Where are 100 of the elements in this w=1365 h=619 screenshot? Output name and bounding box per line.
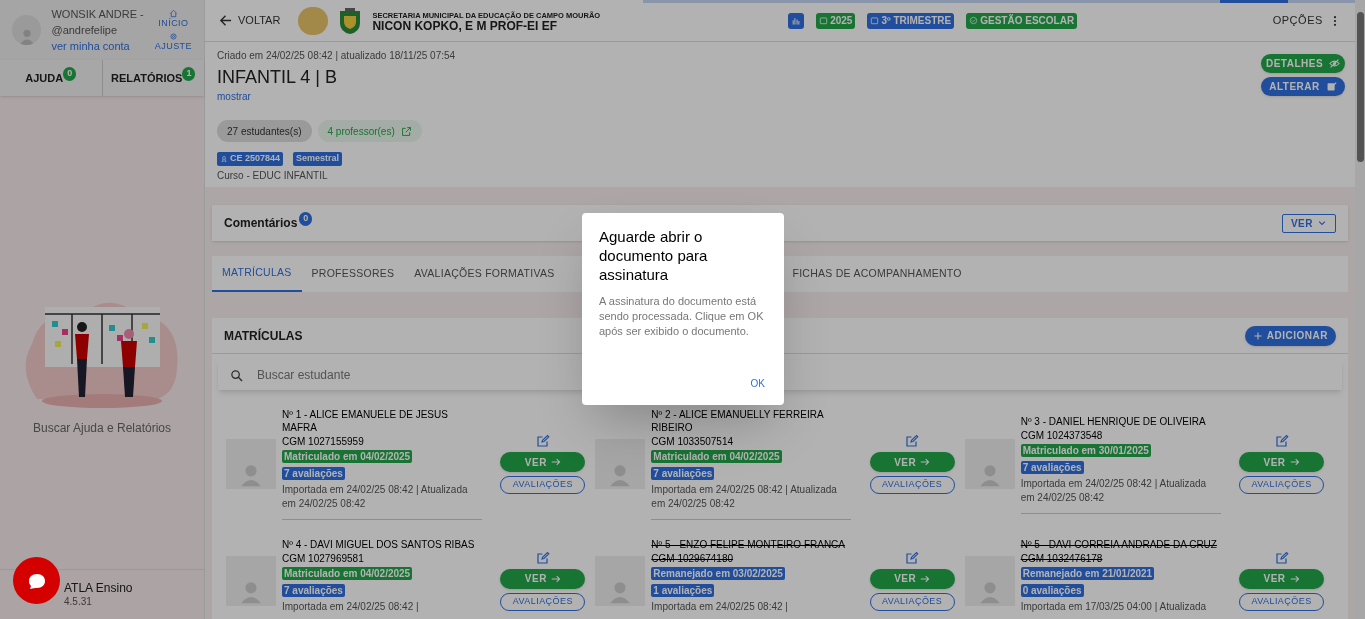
person-icon: [220, 155, 228, 163]
evaluations-tag: 0 avaliações: [1020, 584, 1084, 597]
nav-link[interactable]: AJUSTE: [154, 32, 192, 51]
import-info: Importada em 24/02/25 08:42 | Atualizada em 24/02/25 08:42: [651, 483, 838, 511]
edit-icon: [1274, 434, 1289, 448]
student-cgm: CGM 1024373548: [1020, 428, 1104, 442]
edit-button[interactable]: [535, 434, 550, 448]
info-chip: 3º TRIMESTRE: [867, 12, 955, 29]
import-info: Importada em 24/02/25 08:42 |: [651, 600, 789, 614]
avatar-placeholder: [595, 555, 646, 606]
nav-link[interactable]: INÍCIO: [154, 9, 192, 28]
sidebar-tab[interactable]: AJUDA 0: [0, 60, 102, 96]
arrow-right-icon: [1289, 573, 1300, 584]
scrollbar[interactable]: [1355, 0, 1365, 619]
search-icon: [230, 368, 243, 382]
class-title: INFANTIL 4 | B: [217, 66, 338, 89]
edit-icon: [905, 550, 920, 565]
view-button[interactable]: VER: [869, 568, 955, 589]
status-tag: Matriculado em 04/02/2025: [282, 567, 413, 580]
chart-button[interactable]: [788, 12, 805, 29]
edit-button[interactable]: ALTERAR: [1261, 77, 1345, 96]
import-info: Importada em 24/02/25 08:42 |: [282, 600, 420, 614]
back-button[interactable]: VOLTAR: [219, 12, 281, 29]
avatar: [12, 15, 42, 45]
teachers-link[interactable]: 4 professor(es): [317, 120, 422, 142]
external-link-icon: [400, 125, 412, 137]
edit-button[interactable]: [1274, 550, 1289, 565]
count-badge: 0: [299, 212, 313, 226]
crest-logo: [338, 6, 363, 35]
view-comments-button[interactable]: VER: [1281, 213, 1336, 233]
edit-button[interactable]: [1274, 434, 1289, 448]
student-name: Nº 5 - DAVI CORREIA ANDRADE DA CRUZ: [1020, 538, 1218, 551]
help-caption: Buscar Ajuda e Relatórios: [32, 419, 172, 437]
back-arrow-icon: [219, 14, 232, 27]
import-info: Importada em 17/03/25 04:00 | Atualizada: [1020, 600, 1208, 614]
edit-button[interactable]: [535, 550, 550, 565]
evaluations-tag: 7 avaliações: [282, 584, 345, 597]
account-link[interactable]: ver minha conta: [51, 38, 145, 54]
check-circle-icon: [969, 16, 979, 25]
gear-icon: [168, 32, 178, 41]
edit-icon: [535, 434, 550, 448]
import-info: Importada em 24/02/25 08:42 | Atualizada em 24/02/25 08:42: [282, 483, 469, 511]
edit-icon: [905, 434, 920, 448]
school-name: NICON KOPKO, E M PROF-EI EF: [372, 20, 559, 32]
count-badge: 1: [182, 67, 196, 81]
student-name: Nº 5 - ENZO FELIPE MONTEIRO FRANCA: [651, 538, 846, 551]
status-tag: Remanejado em 03/02/2025: [651, 567, 785, 580]
edit-icon: [1274, 550, 1289, 565]
arrow-right-icon: [550, 457, 561, 467]
count-badge: 0: [63, 67, 77, 81]
edit-button[interactable]: [905, 550, 920, 565]
student-name: Nº 1 - ALICE EMANUELE DE JESUS MAFRA: [282, 408, 449, 434]
view-button[interactable]: VER: [1239, 452, 1324, 472]
edit-button[interactable]: [905, 434, 920, 448]
tag: Semestral: [293, 152, 343, 166]
arrow-right-icon: [550, 573, 561, 584]
evaluations-tag: 7 avaliações: [1020, 460, 1084, 474]
home-icon: [168, 9, 178, 18]
tab[interactable]: MATRÍCULAS: [212, 256, 302, 292]
user-handle: @andrefelipe: [51, 23, 119, 38]
edit-icon: [1325, 81, 1337, 92]
avatar-placeholder: [226, 439, 276, 489]
tab[interactable]: AVALIAÇÕES FORMATIVAS: [404, 256, 565, 292]
app-name: ATLA Ensino: [64, 580, 133, 595]
student-name: Nº 4 - DAVI MIGUEL DOS SANTOS RIBAS: [282, 538, 476, 551]
calendar-icon: [870, 16, 880, 25]
student-name: Nº 2 - ALICE EMANUELLY FERREIRA RIBEIRO: [651, 408, 825, 434]
view-button[interactable]: VER: [869, 452, 955, 472]
add-button[interactable]: ADICIONAR: [1244, 325, 1336, 346]
student-cgm: CGM 1033507514: [651, 435, 735, 448]
eye-slash-icon: [1329, 58, 1341, 69]
avatar-placeholder: [595, 439, 646, 489]
view-button[interactable]: VER: [500, 452, 586, 472]
ok-button[interactable]: OK: [748, 376, 767, 391]
options-button[interactable]: OPÇÕES: [1272, 12, 1341, 29]
view-button[interactable]: VER: [500, 568, 586, 589]
tag: CE 2507844: [217, 152, 284, 166]
status-tag: Matriculado em 04/02/2025: [651, 450, 782, 463]
tab[interactable]: FICHAS DE ACOMPANHAMENTO: [782, 256, 972, 292]
edit-icon: [535, 550, 550, 565]
details-button[interactable]: DETALHES: [1261, 54, 1345, 73]
info-chip: 2025: [816, 12, 856, 29]
comments-title: Comentários: [224, 215, 298, 232]
student-name: Nº 3 - DANIEL HENRIQUE DE OLIVEIRA: [1020, 414, 1207, 428]
course-name: Curso - EDUC INFANTIL: [217, 169, 329, 183]
student-cgm: CGM 1027969581: [282, 552, 365, 565]
tab[interactable]: PROFESSORES: [301, 256, 405, 292]
dialog-title: Aguarde abrir o documento para assinatura: [599, 227, 709, 284]
calendar-icon: [819, 16, 829, 25]
view-button[interactable]: VER: [1239, 568, 1324, 589]
section-title: MATRÍCULAS: [224, 327, 303, 345]
chevron-down-icon: [1317, 218, 1327, 228]
sidebar-tab[interactable]: RELATÓRIOS 1: [101, 60, 204, 96]
avatar-placeholder: [226, 555, 276, 606]
status-tag: Remanejado em 21/01/2021: [1020, 567, 1155, 580]
dialog-message: A assinatura do documento está sendo processada. Clique em OK após ser exibido o documento.: [599, 294, 765, 339]
evaluations-tag: 7 avaliações: [651, 467, 715, 480]
status-tag: Matriculado em 04/02/2025: [282, 450, 413, 463]
arrow-right-icon: [1289, 457, 1300, 467]
arrow-right-icon: [920, 573, 931, 584]
